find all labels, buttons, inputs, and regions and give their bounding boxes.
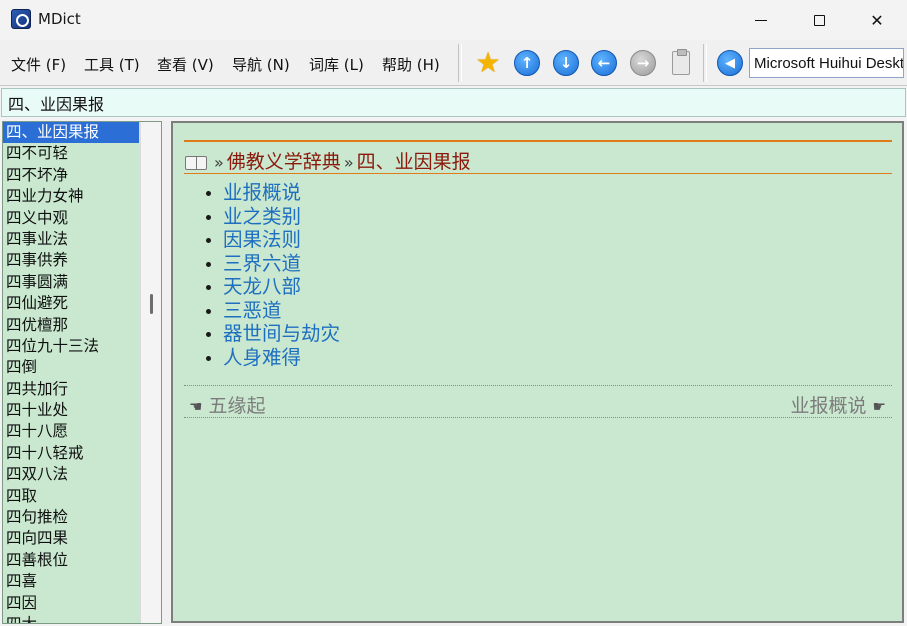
header-rule [184,173,892,174]
topic-link[interactable]: 器世间与劫灾 [203,322,340,346]
minimize-icon [755,19,767,21]
breadcrumb-dictionary-link[interactable]: 佛教义学辞典 [227,151,341,173]
menu-file[interactable]: 文件 (F) [11,54,66,75]
voice-select[interactable] [749,48,904,78]
title-bar: MDict ✕ [0,0,907,40]
arrow-right-icon: → [630,50,656,76]
index-list-item[interactable]: 四倒 [3,357,139,378]
breadcrumb-separator: » [343,153,354,172]
pane-splitter[interactable] [162,121,170,624]
next-entry-button[interactable]: ↓ [551,48,581,78]
toolbar-separator [458,44,462,82]
previous-article-label: 五缘起 [208,395,266,417]
index-list-item[interactable]: 四善根位 [3,550,139,571]
index-list-item[interactable]: 四大 [3,614,139,623]
menu-toolbar-row: 文件 (F) 工具 (T) 查看 (V) 导航 (N) 词库 (L) 帮助 (H… [0,40,907,86]
book-icon [185,155,207,170]
forward-button[interactable]: → [628,48,658,78]
nav-divider [184,417,892,418]
index-list-item[interactable]: 四义中观 [3,208,139,229]
index-list-item[interactable]: 四位九十三法 [3,336,139,357]
mdict-app-icon [11,9,31,29]
topic-link[interactable]: 因果法则 [203,228,340,252]
index-list-item[interactable]: 四仙避死 [3,293,139,314]
topic-link[interactable]: 业之类别 [203,205,340,229]
next-article-link[interactable]: 业报概说 ☛ [790,391,886,418]
minimize-button[interactable] [732,0,790,40]
speaker-icon: ◀ [717,50,743,76]
favorite-button[interactable]: ★ [473,48,503,78]
menu-view[interactable]: 查看 (V) [157,54,214,75]
index-list-item[interactable]: 四优檀那 [3,315,139,336]
index-list-item[interactable]: 四十八愿 [3,421,139,442]
index-list-item[interactable]: 四因 [3,593,139,614]
menu-tools[interactable]: 工具 (T) [84,54,140,75]
search-input[interactable] [2,89,905,116]
close-icon: ✕ [870,10,884,30]
menu-navigate[interactable]: 导航 (N) [232,54,290,75]
arrow-down-icon: ↓ [553,50,579,76]
index-list-item[interactable]: 四向四果 [3,528,139,549]
index-list-item[interactable]: 四十八轻戒 [3,443,139,464]
topic-list: 业报概说 业之类别 因果法则 三界六道 天龙八部 三恶道 器世间与劫灾 人身难得 [203,181,340,369]
hand-left-icon: ☚ [189,397,203,416]
index-scrollbar[interactable] [140,122,161,623]
breadcrumb-separator: » [214,153,224,172]
nav-divider [184,385,892,386]
close-button[interactable]: ✕ [848,0,906,40]
index-list-item[interactable]: 四共加行 [3,379,139,400]
speak-button[interactable]: ◀ [715,48,745,78]
index-list-item[interactable]: 四十业处 [3,400,139,421]
breadcrumb-entry: 四、业因果报 [356,151,471,173]
next-article-label: 业报概说 [790,395,867,417]
arrow-left-icon: ← [591,50,617,76]
index-pane: 四、业因果报 四不可轻 四不坏净 四业力女神 四义中观 四事业法 四事供养 四事圆满 四仙避死四… [2,121,162,624]
menu-help[interactable]: 帮助 (H) [382,54,440,75]
index-list-item[interactable]: 四不可轻 [3,143,139,164]
topic-link[interactable]: 天龙八部 [203,275,340,299]
paste-button[interactable] [666,48,696,78]
breadcrumb: » 佛教义学辞典» 四、业因果报 [185,147,471,174]
index-list-item[interactable]: 四取 [3,486,139,507]
index-list-item[interactable]: 四喜 [3,571,139,592]
index-list-item[interactable]: 四事圆满 [3,272,139,293]
index-list-item[interactable]: 四双八法 [3,464,139,485]
topic-link[interactable]: 三界六道 [203,252,340,276]
topic-link[interactable]: 三恶道 [203,299,340,323]
topic-link[interactable]: 业报概说 [203,181,340,205]
index-list-item[interactable]: 四业力女神 [3,186,139,207]
scrollbar-thumb[interactable] [150,294,153,314]
clipboard-icon [672,49,690,75]
back-button[interactable]: ← [589,48,619,78]
topic-link[interactable]: 人身难得 [203,346,340,370]
article-pane: » 佛教义学辞典» 四、业因果报 业报概说 业之类别 因果法则 三界六道 天龙八部 三恶道 器世… [171,121,904,623]
previous-article-link[interactable]: ☚ 五缘起 [189,391,266,418]
index-list: 四、业因果报 四不可轻 四不坏净 四业力女神 四义中观 四事业法 四事供养 四事圆满 四仙避死四… [3,122,139,623]
toolbar-separator [703,44,707,82]
menu-library[interactable]: 词库 (L) [309,54,364,75]
header-rule [184,140,892,142]
index-list-item[interactable]: 四、业因果报 [3,122,139,144]
maximize-button[interactable] [790,0,848,40]
search-bar [1,88,906,117]
index-list-item[interactable]: 四事业法 [3,229,139,250]
index-list-item[interactable]: 四句推检 [3,507,139,528]
voice-select-value[interactable] [750,49,903,77]
maximize-icon [813,14,825,26]
previous-entry-button[interactable]: ↑ [512,48,542,78]
star-icon: ★ [475,46,501,79]
hand-right-icon: ☛ [872,397,886,416]
index-list-item[interactable]: 四不坏净 [3,165,139,186]
window-title: MDict [38,10,81,28]
index-list-item[interactable]: 四事供养 [3,250,139,271]
arrow-up-icon: ↑ [514,50,540,76]
